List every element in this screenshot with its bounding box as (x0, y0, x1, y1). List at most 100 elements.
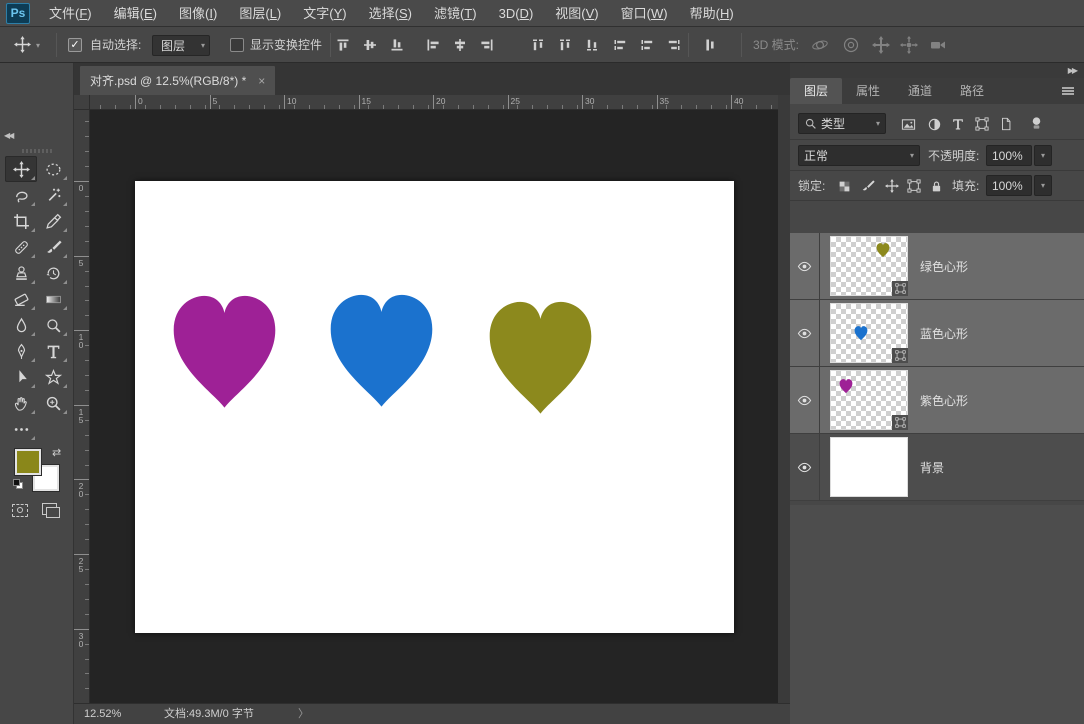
collapse-panel-icon[interactable]: ◀◀ (4, 131, 14, 140)
auto-select-checkbox[interactable]: ✓ (68, 38, 82, 52)
menu-item[interactable]: 文件(F) (38, 0, 103, 27)
tool-hand[interactable] (5, 390, 37, 416)
tool-blur[interactable] (5, 312, 37, 338)
layer-visibility-toggle[interactable] (790, 433, 820, 501)
tool-brush[interactable] (37, 234, 69, 260)
filter-shape-layers-icon[interactable] (972, 114, 992, 134)
tool-magic-wand[interactable] (37, 182, 69, 208)
tool-type[interactable] (37, 338, 69, 364)
opacity-field[interactable]: 100% (986, 145, 1032, 166)
layer-thumbnail[interactable] (830, 236, 908, 296)
layer-row[interactable]: 绿色心形 (790, 232, 1084, 300)
layer-name[interactable]: 背景 (920, 459, 944, 476)
tool-custom-shape[interactable] (37, 364, 69, 390)
layer-row[interactable]: 背景 (790, 433, 1084, 501)
tool-move[interactable] (5, 156, 37, 182)
menu-item[interactable]: 窗口(W) (610, 0, 679, 27)
lock-position-icon[interactable] (882, 176, 902, 196)
tool-path-select[interactable] (5, 364, 37, 390)
opacity-caret[interactable]: ▾ (1034, 145, 1052, 166)
layer-visibility-toggle[interactable] (790, 232, 820, 300)
filter-toggle-icon[interactable] (1026, 113, 1046, 133)
layer-visibility-toggle[interactable] (790, 366, 820, 434)
layer-thumbnail[interactable] (830, 303, 908, 363)
lock-artboard-icon[interactable] (904, 176, 924, 196)
dist-right-icon[interactable] (664, 36, 684, 54)
dist-left-icon[interactable] (610, 36, 630, 54)
dist-bottom-icon[interactable] (582, 36, 602, 54)
tool-dodge[interactable] (37, 312, 69, 338)
tool-zoom[interactable] (37, 390, 69, 416)
panel-menu-icon[interactable] (1060, 83, 1076, 99)
foreground-color-swatch[interactable] (14, 448, 42, 476)
lock-transparency-icon[interactable] (834, 176, 854, 196)
panel-grip[interactable] (22, 149, 52, 153)
expand-panel-icon[interactable]: ▶▶ (1068, 66, 1078, 75)
filter-adjustment-layers-icon[interactable] (924, 114, 944, 134)
show-transform-checkbox[interactable] (230, 38, 244, 52)
menu-item[interactable]: 选择(S) (358, 0, 423, 27)
panel-tab-属性[interactable]: 属性 (842, 78, 894, 104)
purple-heart[interactable] (173, 295, 276, 408)
tool-clone-stamp[interactable] (5, 260, 37, 286)
panel-tab-图层[interactable]: 图层 (790, 78, 843, 104)
layer-name[interactable]: 蓝色心形 (920, 325, 968, 342)
tool-pen[interactable] (5, 338, 37, 364)
align-bottom-icon[interactable] (387, 36, 407, 54)
tool-eraser[interactable] (5, 286, 37, 312)
canvas-pasteboard[interactable] (90, 110, 778, 703)
menu-item[interactable]: 图层(L) (228, 0, 292, 27)
default-colors-icon[interactable] (13, 479, 24, 490)
screen-mode-icon[interactable] (42, 503, 60, 518)
document-tab[interactable]: 对齐.psd @ 12.5%(RGB/8*) * × (80, 66, 276, 95)
fill-field[interactable]: 100% (986, 175, 1032, 196)
menu-item[interactable]: 编辑(E) (103, 0, 168, 27)
menu-item[interactable]: 图像(I) (168, 0, 228, 27)
panel-tab-通道[interactable]: 通道 (894, 78, 946, 104)
align-left-icon[interactable] (423, 36, 443, 54)
layer-row[interactable]: 蓝色心形 (790, 299, 1084, 367)
zoom-level-field[interactable]: 12.52% (84, 704, 121, 724)
panel-tab-路径[interactable]: 路径 (946, 78, 998, 104)
status-chevron-icon[interactable]: 〉 (298, 704, 309, 724)
menu-item[interactable]: 视图(V) (544, 0, 609, 27)
quick-mask-mode-icon[interactable] (12, 504, 28, 517)
tool-history-brush[interactable] (37, 260, 69, 286)
dist-top-icon[interactable] (528, 36, 548, 54)
align-hcenter-icon[interactable] (450, 36, 470, 54)
filter-pixel-layers-icon[interactable] (898, 114, 918, 134)
layer-filter-type-dropdown[interactable]: 类型 ▾ (798, 113, 886, 134)
blend-mode-dropdown[interactable]: 正常 ▾ (798, 145, 920, 166)
menu-item[interactable]: 3D(D) (488, 0, 545, 27)
lock-all-icon[interactable] (926, 176, 946, 196)
layer-thumbnail[interactable] (830, 370, 908, 430)
close-document-icon[interactable]: × (258, 74, 265, 88)
tool-lasso[interactable] (5, 182, 37, 208)
blue-heart[interactable] (330, 294, 433, 407)
dist-hcenter-icon[interactable] (637, 36, 657, 54)
layer-thumbnail[interactable] (830, 437, 908, 497)
tool-crop[interactable] (5, 208, 37, 234)
tool-preset-caret-icon[interactable]: ▾ (36, 41, 40, 50)
fill-caret[interactable]: ▾ (1034, 175, 1052, 196)
lock-pixels-icon[interactable] (858, 176, 878, 196)
tool-healing-brush[interactable] (5, 234, 37, 260)
align-top-icon[interactable] (333, 36, 353, 54)
tool-more[interactable] (5, 416, 37, 442)
align-vcenter-icon[interactable] (360, 36, 380, 54)
tool-gradient[interactable] (37, 286, 69, 312)
layer-row[interactable]: 紫色心形 (790, 366, 1084, 434)
layer-name[interactable]: 紫色心形 (920, 392, 968, 409)
dist-spacing-icon[interactable] (700, 36, 720, 54)
filter-type-layers-icon[interactable] (948, 114, 968, 134)
auto-select-target-dropdown[interactable]: 图层 ▾ (152, 35, 210, 56)
filter-smart-objects-icon[interactable] (996, 114, 1016, 134)
swap-colors-icon[interactable]: ⇄ (52, 446, 61, 459)
menu-item[interactable]: 文字(Y) (292, 0, 357, 27)
menu-item[interactable]: 滤镜(T) (423, 0, 488, 27)
dist-vcenter-icon[interactable] (555, 36, 575, 54)
olive-heart[interactable] (489, 301, 592, 414)
document-canvas[interactable] (135, 181, 734, 633)
menu-item[interactable]: 帮助(H) (679, 0, 745, 27)
layer-visibility-toggle[interactable] (790, 299, 820, 367)
